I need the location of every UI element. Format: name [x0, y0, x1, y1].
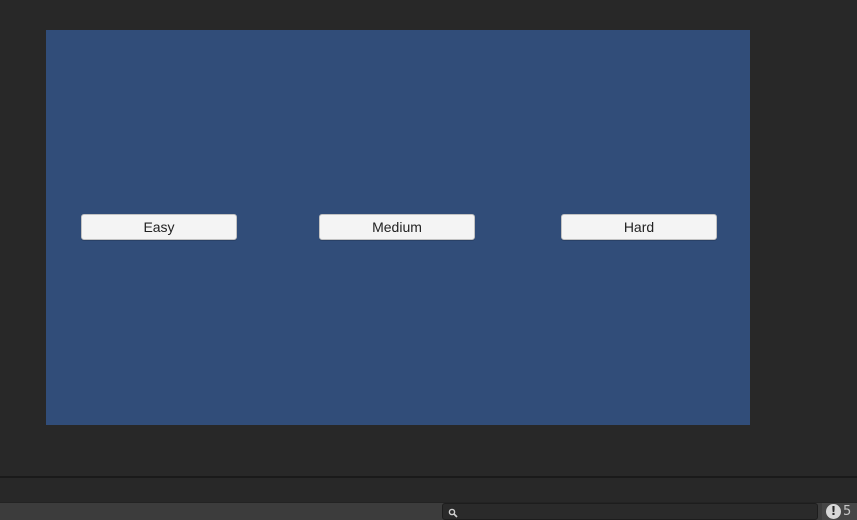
- editor-window: Easy Medium Hard ! 5: [0, 0, 857, 520]
- error-icon: !: [826, 504, 841, 519]
- easy-button[interactable]: Easy: [81, 214, 237, 240]
- error-count: 5: [843, 504, 852, 519]
- error-filter-toggle[interactable]: ! 5: [822, 503, 857, 520]
- hard-button[interactable]: Hard: [561, 214, 717, 240]
- game-canvas: Easy Medium Hard: [46, 30, 750, 425]
- game-view-panel: Easy Medium Hard: [0, 0, 857, 476]
- console-search-input[interactable]: [442, 503, 818, 520]
- console-panel-header: [0, 478, 857, 502]
- medium-button[interactable]: Medium: [319, 214, 475, 240]
